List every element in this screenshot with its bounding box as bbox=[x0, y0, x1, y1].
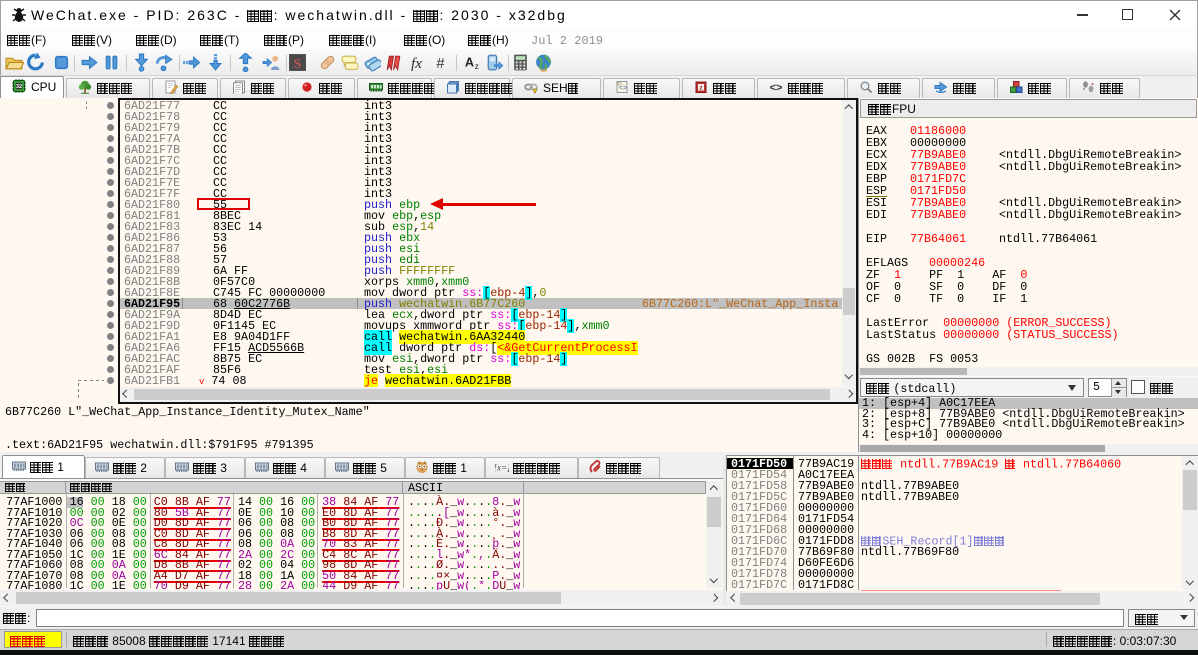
svg-text:z: z bbox=[475, 61, 479, 71]
svg-text:[x=]: [x=] bbox=[495, 463, 509, 473]
svg-text:<>: <> bbox=[770, 82, 783, 94]
svg-text:<>: <> bbox=[619, 85, 627, 92]
svg-text:#: # bbox=[436, 56, 445, 72]
svg-text:fx: fx bbox=[411, 56, 422, 72]
svg-text:A: A bbox=[465, 56, 474, 70]
svg-text:32: 32 bbox=[16, 84, 22, 90]
svg-text:z: z bbox=[700, 86, 703, 92]
svg-text:S: S bbox=[294, 56, 302, 71]
